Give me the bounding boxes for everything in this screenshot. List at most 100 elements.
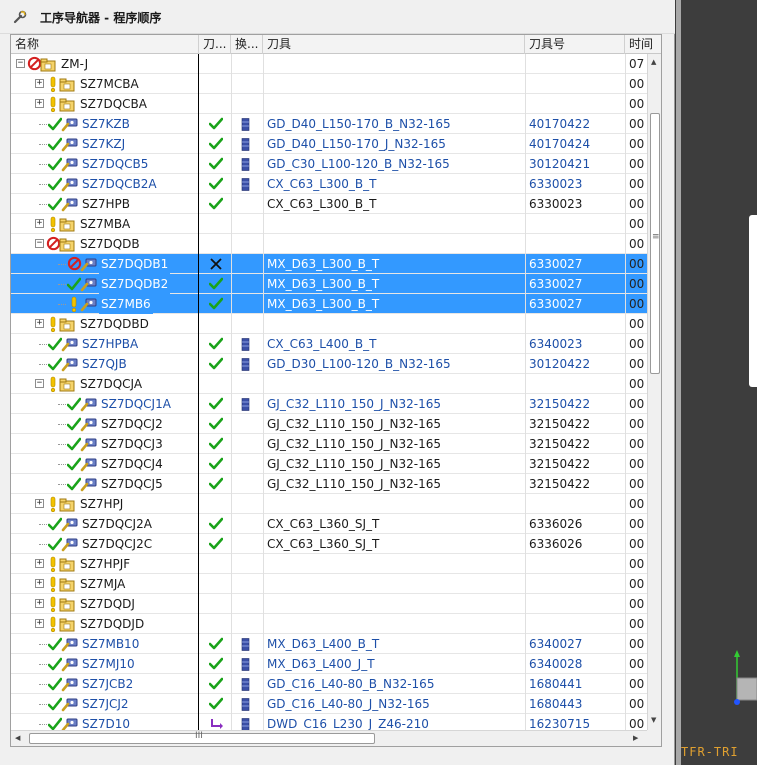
table-row[interactable]: SZ7DQCJ1A GJ_C32_L110_150_J_N32-165 321504… — [11, 394, 647, 414]
collapse-icon[interactable]: − — [16, 59, 25, 68]
operation-name[interactable]: SZ7DQDB — [78, 234, 142, 254]
table-row[interactable]: SZ7QJB GD_D30_L100-120_B_N32-165 30120422 0… — [11, 354, 647, 374]
table-row[interactable]: SZ7KZJ GD_D40_L150-170_J_N32-165 40170424 0… — [11, 134, 647, 154]
operation-name[interactable]: SZ7QJB — [80, 354, 129, 374]
table-row[interactable]: − ZM-J 07 — [11, 54, 647, 74]
expand-icon[interactable]: + — [35, 79, 44, 88]
table-row[interactable]: + SZ7DQDJD 00 — [11, 614, 647, 634]
expand-icon[interactable]: + — [35, 559, 44, 568]
table-row[interactable]: + SZ7MBA 00 — [11, 214, 647, 234]
expand-icon[interactable]: + — [35, 619, 44, 628]
operation-name[interactable]: SZ7MJ10 — [80, 654, 137, 674]
operation-name[interactable]: SZ7MB6 — [99, 294, 153, 314]
table-row[interactable]: SZ7DQDB1 MX_D63_L300_B_T 6330027 00 — [11, 254, 647, 274]
table-row[interactable]: SZ7DQCJ2C CX_C63_L360_SJ_T 6336026 00 — [11, 534, 647, 554]
horizontal-scroll-thumb[interactable]: III — [29, 731, 375, 744]
column-header-time[interactable]: 时间 — [625, 35, 661, 54]
table-row[interactable]: + SZ7DQDBD 00 — [11, 314, 647, 334]
table-row[interactable]: SZ7DQDB2 MX_D63_L300_B_T 6330027 00 — [11, 274, 647, 294]
operation-name[interactable]: SZ7DQCJ5 — [99, 474, 165, 494]
operation-name[interactable]: SZ7DQCJ2C — [80, 534, 154, 554]
expand-icon[interactable]: + — [35, 499, 44, 508]
operation-icon — [61, 677, 78, 692]
tool-cell: CX_C63_L300_B_T — [267, 177, 377, 191]
table-row[interactable]: SZ7MB6 MX_D63_L300_B_T 6330027 00 — [11, 294, 647, 314]
operation-name[interactable]: SZ7MJA — [78, 574, 127, 594]
operation-name[interactable]: SZ7DQCJA — [78, 374, 144, 394]
column-header-tool[interactable]: 刀具 — [263, 35, 525, 54]
operation-name[interactable]: SZ7JCB2 — [80, 674, 135, 694]
table-row[interactable]: SZ7JCJ2 GD_C16_L40-80_J_N32-165 1680443 00 — [11, 694, 647, 714]
operation-name[interactable]: SZ7MB10 — [80, 634, 141, 654]
table-row[interactable]: SZ7DQCJ3 GJ_C32_L110_150_J_N32-165 3215042… — [11, 434, 647, 454]
table-row[interactable]: SZ7D10 DWD_C16_L230_J_Z46-210 16230715 00 — [11, 714, 647, 730]
check-icon — [66, 276, 82, 292]
table-row[interactable]: + SZ7HPJ 00 — [11, 494, 647, 514]
operation-name[interactable]: SZ7DQDBD — [78, 314, 151, 334]
expand-icon[interactable]: + — [35, 99, 44, 108]
table-row[interactable]: + SZ7DQDJ 00 — [11, 594, 647, 614]
operation-name[interactable]: SZ7DQCJ2A — [80, 514, 154, 534]
table-row[interactable]: + SZ7HPJF 00 — [11, 554, 647, 574]
table-row[interactable]: SZ7JCB2 GD_C16_L40-80_B_N32-165 1680441 00 — [11, 674, 647, 694]
table-row[interactable]: SZ7MB10 MX_D63_L400_B_T 6340027 00 — [11, 634, 647, 654]
operation-name[interactable]: SZ7DQCB2A — [80, 174, 159, 194]
operation-name[interactable]: SZ7HPJ — [78, 494, 125, 514]
table-row[interactable]: SZ7DQCJ4 GJ_C32_L110_150_J_N32-165 3215042… — [11, 454, 647, 474]
scroll-up-icon[interactable]: ▲ — [651, 58, 656, 66]
expand-icon[interactable]: + — [35, 579, 44, 588]
operation-name[interactable]: SZ7MBA — [78, 214, 132, 234]
column-header-generated[interactable]: 刀... — [199, 35, 231, 54]
scroll-left-icon[interactable]: ◀ — [15, 734, 20, 742]
column-header-tool-number[interactable]: 刀具号 — [525, 35, 625, 54]
operation-name[interactable]: SZ7MCBA — [78, 74, 141, 94]
table-row[interactable]: SZ7DQCJ2A CX_C63_L360_SJ_T 6336026 00 — [11, 514, 647, 534]
table-row[interactable]: SZ7DQCB5 GD_C30_L100-120_B_N32-165 3012042… — [11, 154, 647, 174]
table-row[interactable]: SZ7KZB GD_D40_L150-170_B_N32-165 40170422 0… — [11, 114, 647, 134]
table-row[interactable]: SZ7DQCJ2 GJ_C32_L110_150_J_N32-165 3215042… — [11, 414, 647, 434]
operation-tree-table[interactable]: 名称 刀... 换... 刀具 刀具号 时间 − ZM-J 07 + SZ7MCBA 00… — [10, 34, 662, 747]
operation-name[interactable]: SZ7DQCJ2 — [99, 414, 165, 434]
collapse-icon[interactable]: − — [35, 379, 44, 388]
operation-name[interactable]: SZ7HPJF — [78, 554, 132, 574]
operation-name[interactable]: ZM-J — [59, 54, 90, 74]
operation-name[interactable]: SZ7DQCJ3 — [99, 434, 165, 454]
operation-name[interactable]: SZ7KZB — [80, 114, 132, 134]
operation-name[interactable]: SZ7DQDB2 — [99, 274, 171, 294]
vertical-scrollbar[interactable]: ▲ ≡ ▼ — [647, 54, 661, 730]
program-group-icon — [59, 77, 76, 92]
operation-name[interactable]: SZ7JCJ2 — [80, 694, 131, 714]
collapse-icon[interactable]: − — [35, 239, 44, 248]
table-row[interactable]: − SZ7DQCJA 00 — [11, 374, 647, 394]
table-row[interactable]: SZ7HPB CX_C63_L300_B_T 6330023 00 — [11, 194, 647, 214]
scroll-right-icon[interactable]: ▶ — [633, 734, 638, 742]
column-header-name[interactable]: 名称 — [11, 35, 199, 54]
operation-name[interactable]: SZ7DQCJ4 — [99, 454, 165, 474]
operation-name[interactable]: SZ7HPB — [80, 194, 132, 214]
operation-name[interactable]: SZ7DQCB5 — [80, 154, 150, 174]
table-row[interactable]: − SZ7DQDB 00 — [11, 234, 647, 254]
table-row[interactable]: + SZ7MCBA 00 — [11, 74, 647, 94]
horizontal-scrollbar[interactable]: ◀ III ▶ — [11, 730, 647, 746]
table-row[interactable]: SZ7DQCB2A CX_C63_L300_B_T 6330023 00 — [11, 174, 647, 194]
expand-icon[interactable]: + — [35, 599, 44, 608]
operation-name[interactable]: SZ7DQCJ1A — [99, 394, 173, 414]
column-header-changed[interactable]: 换... — [231, 35, 263, 54]
operation-name[interactable]: SZ7DQCBA — [78, 94, 149, 114]
graphics-viewport[interactable] — [676, 0, 757, 765]
operation-name[interactable]: SZ7HPBA — [80, 334, 140, 354]
operation-name[interactable]: SZ7KZJ — [80, 134, 127, 154]
operation-name[interactable]: SZ7D10 — [80, 714, 132, 730]
table-row[interactable]: + SZ7MJA 00 — [11, 574, 647, 594]
table-row[interactable]: SZ7MJ10 MX_D63_L400_J_T 6340028 00 — [11, 654, 647, 674]
operation-name[interactable]: SZ7DQDJD — [78, 614, 146, 634]
expand-icon[interactable]: + — [35, 319, 44, 328]
table-row[interactable]: SZ7HPBA CX_C63_L400_B_T 6340023 00 — [11, 334, 647, 354]
scroll-down-icon[interactable]: ▼ — [651, 716, 656, 724]
expand-icon[interactable]: + — [35, 219, 44, 228]
table-row[interactable]: SZ7DQCJ5 GJ_C32_L110_150_J_N32-165 3215042… — [11, 474, 647, 494]
vertical-scroll-thumb[interactable]: ≡ — [650, 113, 660, 374]
operation-name[interactable]: SZ7DQDJ — [78, 594, 137, 614]
table-row[interactable]: + SZ7DQCBA 00 — [11, 94, 647, 114]
operation-name[interactable]: SZ7DQDB1 — [99, 254, 171, 274]
